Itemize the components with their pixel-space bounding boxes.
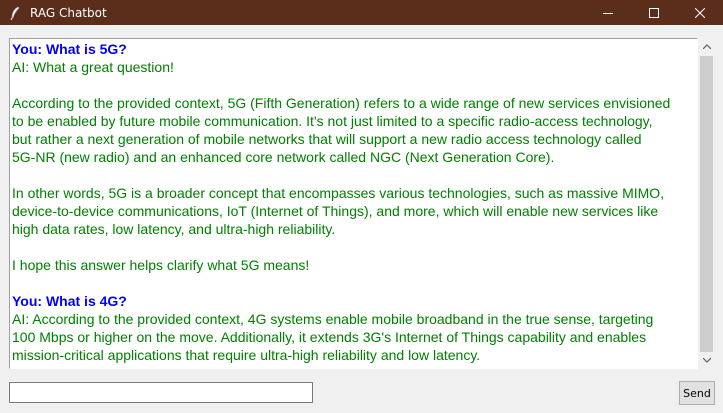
window-title: RAG Chatbot [30, 5, 107, 20]
answer-line: I hope this answer helps clarify what 5G… [12, 257, 310, 273]
window-controls [585, 0, 723, 25]
scrollbar-thumb[interactable] [700, 56, 713, 352]
chat-scrollbar[interactable] [698, 38, 715, 369]
answer-line: AI: What a great question! [12, 59, 174, 75]
answer-line: According to the provided context, 5G (F… [12, 95, 671, 111]
maximize-button[interactable] [631, 0, 677, 25]
user-question: You: What is 5G? [12, 41, 127, 57]
user-question: You: What is 4G? [12, 293, 127, 309]
close-button[interactable] [677, 0, 723, 25]
feather-icon [0, 0, 30, 25]
answer-line: AI: According to the provided context, 4… [12, 311, 654, 327]
maximize-icon [649, 7, 659, 18]
answer-line: to be enabled by future mobile communica… [12, 113, 653, 129]
close-icon [695, 7, 705, 18]
title-bar: RAG Chatbot [0, 0, 723, 25]
answer-line: but rather a next generation of mobile n… [12, 131, 642, 147]
answer-line: 100 Mbps or higher on the move. Addition… [12, 329, 647, 345]
chat-history[interactable]: You: What is 5G? AI: What a great questi… [9, 38, 698, 369]
answer-line: In other words, 5G is a broader concept … [12, 185, 665, 201]
scroll-up-button[interactable] [698, 38, 715, 55]
answer-line: high data rates, low latency, and ultra-… [12, 221, 336, 237]
chevron-up-icon [702, 44, 711, 49]
minimize-button[interactable] [585, 0, 631, 25]
answer-line: mission-critical applications that requi… [12, 347, 481, 363]
answer-line: 5G-NR (new radio) and an enhanced core n… [12, 149, 555, 165]
answer-line: device-to-device communications, IoT (In… [12, 203, 659, 219]
ai-answer: AI: According to the provided context, 4… [12, 310, 697, 364]
minimize-icon [603, 12, 613, 14]
scroll-down-button[interactable] [698, 352, 715, 369]
send-button[interactable]: Send [679, 381, 715, 405]
message-input[interactable] [9, 382, 313, 403]
chevron-down-icon [702, 358, 711, 363]
ai-answer: AI: What a great question! According to t… [12, 58, 697, 292]
